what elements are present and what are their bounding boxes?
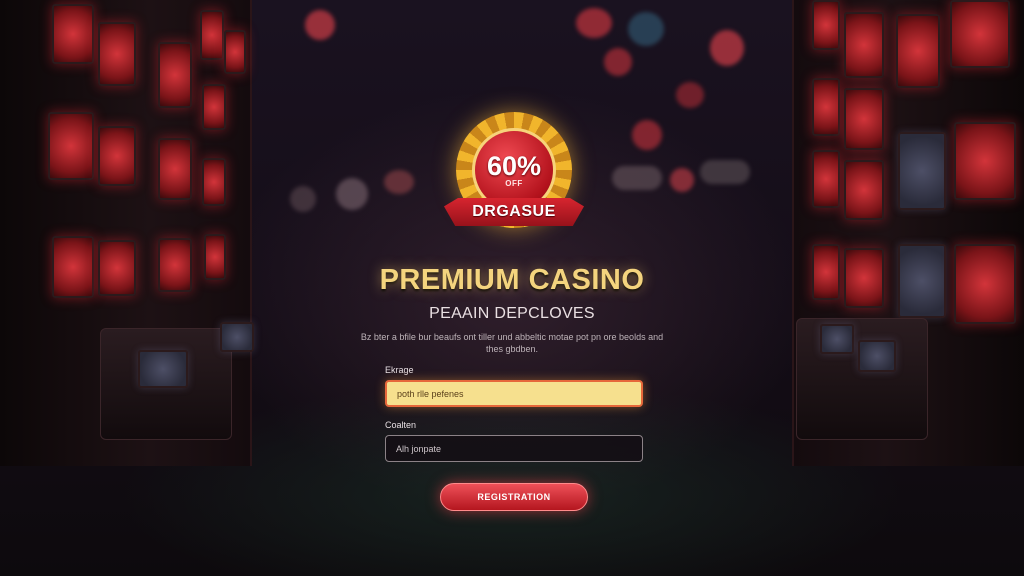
slot-screen <box>200 10 224 60</box>
field1-label: Ekrage <box>385 365 414 375</box>
bokeh-light <box>290 186 316 212</box>
bokeh-light <box>604 48 632 76</box>
bokeh-light <box>670 168 694 192</box>
bokeh-light <box>700 160 750 184</box>
slot-screen <box>820 324 854 354</box>
registration-button[interactable]: REGISTRATION <box>440 483 588 511</box>
slot-screen <box>858 340 896 372</box>
slot-screen <box>812 150 840 208</box>
bokeh-light <box>632 120 662 150</box>
bokeh-light <box>576 8 612 38</box>
bokeh-light <box>336 178 368 210</box>
discount-off-label: OFF <box>505 178 523 188</box>
slot-screen <box>898 132 946 210</box>
bokeh-light <box>676 82 704 108</box>
left-slot-machines <box>0 0 254 466</box>
slot-screen <box>98 22 136 86</box>
slot-screen <box>896 14 940 88</box>
bokeh-light <box>384 170 414 194</box>
badge-ribbon: DRGASUE <box>444 198 584 226</box>
slot-screen <box>812 78 840 136</box>
page-title: PREMIUM CASINO <box>379 264 645 296</box>
field1-input[interactable] <box>385 380 643 407</box>
slot-screen <box>224 30 246 74</box>
slot-screen <box>158 138 192 200</box>
right-slot-machines <box>792 0 1024 466</box>
slot-screen <box>52 4 94 64</box>
bokeh-light <box>305 10 335 40</box>
slot-screen <box>954 122 1016 200</box>
slot-screen <box>202 84 226 130</box>
slot-screen <box>48 112 94 180</box>
bokeh-light <box>612 166 662 190</box>
slot-screen <box>158 42 192 108</box>
slot-screen <box>950 0 1010 68</box>
slot-screen <box>812 0 840 50</box>
slot-screen <box>138 350 188 388</box>
field2-input[interactable] <box>385 435 643 462</box>
slot-screen <box>202 158 226 206</box>
slot-screen <box>844 88 884 150</box>
slot-screen <box>220 322 254 352</box>
discount-percent: 60% <box>486 150 542 181</box>
field2-label: Coalten <box>385 420 417 430</box>
slot-screen <box>98 126 136 186</box>
bokeh-light <box>710 30 744 66</box>
page-description: Bz bter a bfile bur beaufs ont tiller un… <box>360 332 664 354</box>
discount-badge: 60% OFF DRGASUE <box>444 112 584 228</box>
page-subtitle: PEAAIN DEPCLOVES <box>429 305 595 322</box>
bokeh-light <box>628 12 664 46</box>
slot-screen <box>844 12 884 78</box>
slot-screen <box>844 160 884 220</box>
slot-console <box>796 318 928 440</box>
